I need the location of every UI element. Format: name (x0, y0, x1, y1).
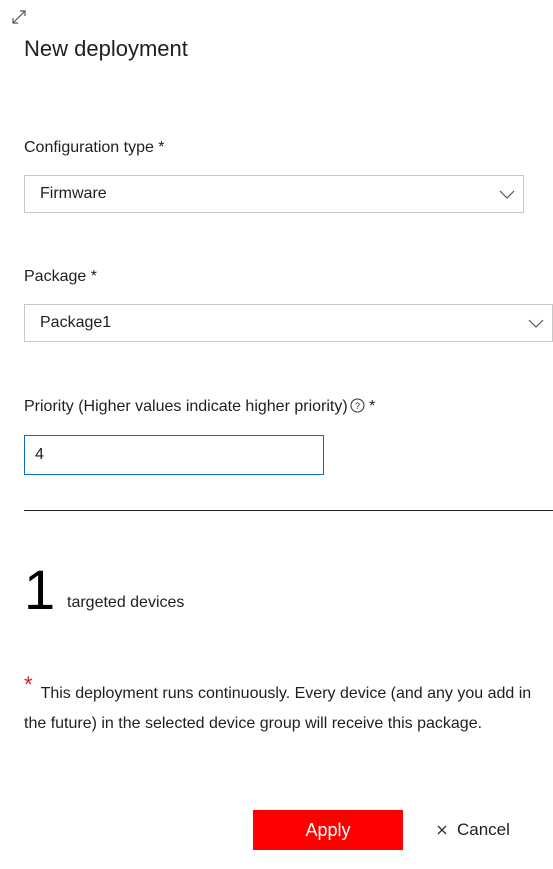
cancel-label: Cancel (457, 820, 510, 839)
svg-text:?: ? (355, 401, 360, 411)
panel-title: New deployment (24, 36, 188, 61)
priority-required-marker: * (364, 398, 376, 415)
deployment-note: * This deployment runs continuously. Ever… (24, 672, 539, 739)
config-type-label: Configuration type * (24, 139, 165, 156)
package-dropdown[interactable]: Package1 (24, 304, 553, 342)
apply-button[interactable]: Apply (253, 810, 403, 850)
cancel-button[interactable]: Cancel (436, 816, 510, 844)
package-value: Package1 (40, 314, 112, 331)
priority-input[interactable] (24, 435, 324, 475)
chevron-down-icon (499, 190, 515, 199)
divider (24, 510, 553, 511)
config-type-dropdown[interactable]: Firmware (24, 175, 524, 213)
note-required-marker: * (24, 672, 33, 697)
expand-icon[interactable] (10, 8, 28, 26)
priority-label: Priority (Higher values indicate higher … (24, 398, 348, 415)
targeted-devices-count: 1 (24, 558, 56, 621)
chevron-down-icon (528, 319, 544, 328)
targeted-devices-label: targeted devices (67, 594, 185, 611)
priority-label-row: Priority (Higher values indicate higher … (24, 396, 375, 418)
note-text: This deployment runs continuously. Every… (24, 685, 532, 732)
close-icon (437, 825, 447, 835)
help-circle-icon[interactable]: ? (350, 398, 365, 413)
config-type-value: Firmware (40, 185, 107, 202)
package-label: Package * (24, 268, 97, 285)
